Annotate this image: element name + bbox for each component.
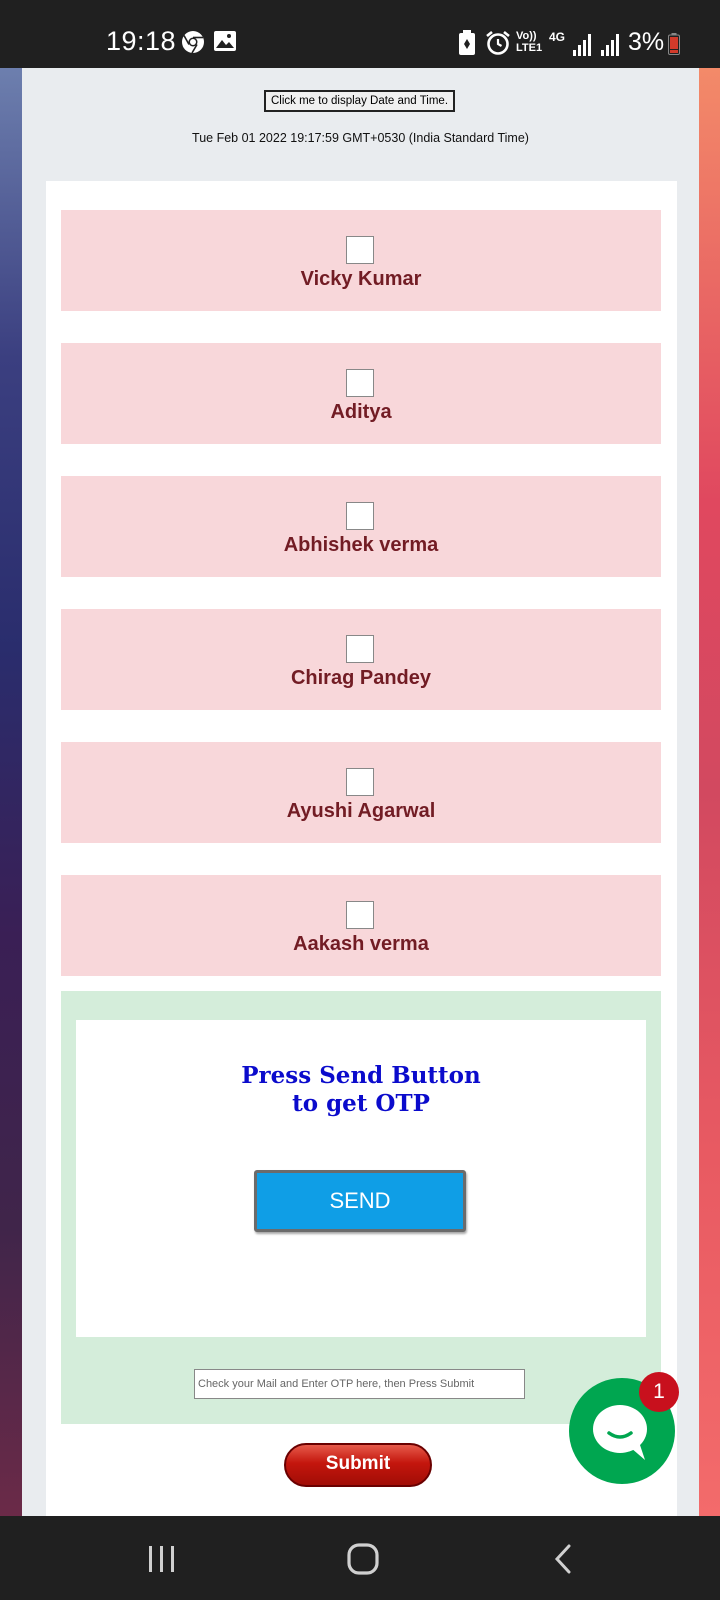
battery-icon bbox=[668, 33, 680, 60]
chrome-icon bbox=[181, 30, 205, 59]
otp-title-line1: Press Send Button bbox=[241, 1062, 481, 1089]
otp-title-line2: to get OTP bbox=[292, 1090, 430, 1117]
chat-notification-badge: 1 bbox=[639, 1372, 679, 1412]
network-type: 4G bbox=[549, 30, 566, 44]
option-checkbox[interactable] bbox=[346, 502, 374, 530]
back-icon[interactable] bbox=[553, 1544, 573, 1579]
option-item[interactable]: Aditya bbox=[61, 343, 661, 444]
navigation-bar bbox=[0, 1516, 720, 1600]
send-otp-button[interactable]: SEND bbox=[254, 1170, 466, 1232]
option-item[interactable]: Aakash verma bbox=[61, 875, 661, 976]
date-time-output: Tue Feb 01 2022 19:17:59 GMT+0530 (India… bbox=[192, 131, 529, 145]
option-label: Ayushi Agarwal bbox=[286, 800, 436, 822]
option-checkbox[interactable] bbox=[346, 901, 374, 929]
option-item[interactable]: Vicky Kumar bbox=[61, 210, 661, 311]
web-page: Click me to display Date and Time. Tue F… bbox=[22, 68, 699, 1516]
option-checkbox[interactable] bbox=[346, 369, 374, 397]
option-checkbox[interactable] bbox=[346, 635, 374, 663]
signal-icon bbox=[601, 34, 621, 61]
battery-saver-icon bbox=[458, 30, 476, 61]
otp-panel: Press Send Button to get OTP SEND bbox=[76, 1020, 646, 1337]
recent-apps-icon[interactable] bbox=[147, 1544, 177, 1579]
alarm-icon bbox=[485, 30, 511, 61]
otp-input[interactable]: Check your Mail and Enter OTP here, then… bbox=[194, 1369, 525, 1399]
option-label: Vicky Kumar bbox=[300, 268, 422, 290]
gallery-icon bbox=[213, 30, 237, 57]
submit-button[interactable]: Submit bbox=[284, 1443, 432, 1487]
option-label: Aditya bbox=[330, 401, 392, 423]
option-item[interactable]: Abhishek verma bbox=[61, 476, 661, 577]
option-checkbox[interactable] bbox=[346, 768, 374, 796]
option-label: Aakash verma bbox=[293, 933, 429, 955]
wallpaper-right bbox=[698, 68, 720, 1516]
option-checkbox[interactable] bbox=[346, 236, 374, 264]
option-item[interactable]: Chirag Pandey bbox=[61, 609, 661, 710]
otp-section: Press Send Button to get OTP SEND Check … bbox=[61, 991, 661, 1424]
volte-indicator: Vo)) LTE1 bbox=[516, 30, 543, 54]
home-icon[interactable] bbox=[346, 1542, 380, 1581]
option-item[interactable]: Ayushi Agarwal bbox=[61, 742, 661, 843]
option-label: Chirag Pandey bbox=[290, 667, 432, 689]
display-date-button[interactable]: Click me to display Date and Time. bbox=[264, 90, 455, 112]
form-card: Vicky Kumar Aditya Abhishek verma Chirag… bbox=[46, 181, 677, 1516]
battery-percent: 3% bbox=[628, 28, 665, 56]
option-label: Abhishek verma bbox=[283, 534, 439, 556]
status-time: 19:18 bbox=[106, 26, 177, 56]
status-bar: 19:18 Vo)) LTE1 4G 3% bbox=[0, 0, 720, 68]
otp-title: Press Send Button to get OTP bbox=[76, 1062, 646, 1118]
signal-icon bbox=[573, 34, 593, 61]
